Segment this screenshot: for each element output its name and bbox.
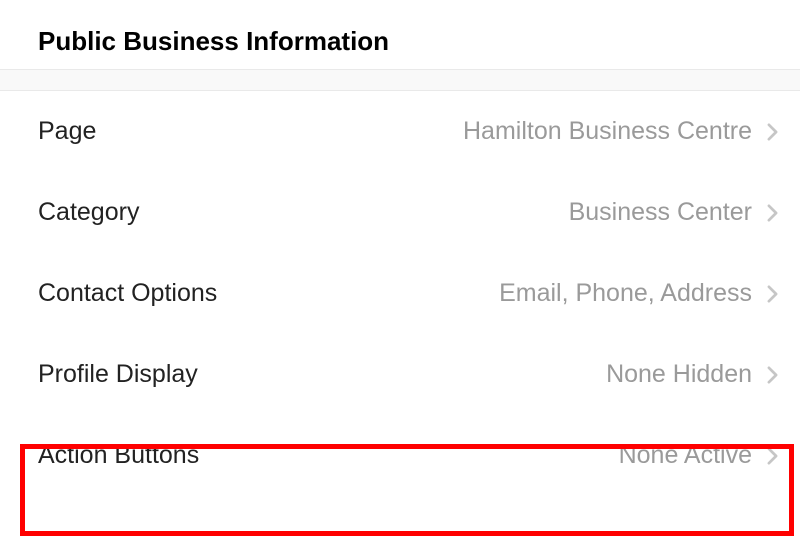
- row-value: Business Center: [569, 198, 752, 227]
- row-contact-options[interactable]: Contact Options Email, Phone, Address: [0, 253, 800, 334]
- row-category[interactable]: Category Business Center: [0, 172, 800, 253]
- row-value: Email, Phone, Address: [499, 279, 752, 308]
- settings-list: Page Hamilton Business Centre Category B…: [0, 91, 800, 496]
- row-value: None Hidden: [606, 360, 752, 389]
- row-label: Action Buttons: [38, 441, 199, 470]
- row-label: Page: [38, 117, 96, 146]
- settings-section: Public Business Information Page Hamilto…: [0, 0, 800, 496]
- row-label: Contact Options: [38, 279, 217, 308]
- chevron-right-icon: [762, 203, 782, 223]
- section-divider: [0, 69, 800, 91]
- row-label: Category: [38, 198, 139, 227]
- row-action-buttons[interactable]: Action Buttons None Active: [0, 415, 800, 496]
- row-profile-display[interactable]: Profile Display None Hidden: [0, 334, 800, 415]
- chevron-right-icon: [762, 122, 782, 142]
- chevron-right-icon: [762, 365, 782, 385]
- chevron-right-icon: [762, 284, 782, 304]
- section-title: Public Business Information: [0, 0, 800, 69]
- chevron-right-icon: [762, 446, 782, 466]
- row-value: None Active: [619, 441, 752, 470]
- row-label: Profile Display: [38, 360, 198, 389]
- row-value: Hamilton Business Centre: [463, 117, 752, 146]
- row-page[interactable]: Page Hamilton Business Centre: [0, 91, 800, 172]
